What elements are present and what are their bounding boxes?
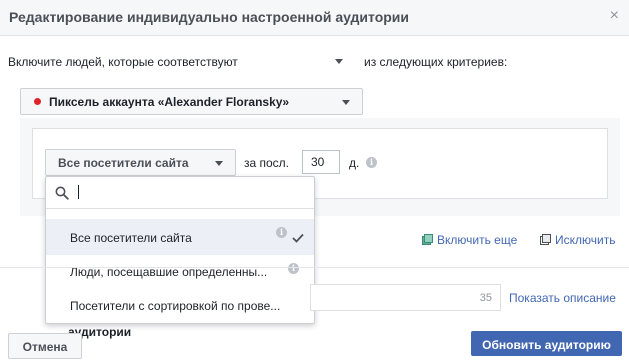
dropdown-search-field[interactable] [46,177,314,209]
cancel-button-label: Отмена [22,340,68,354]
dialog-header: Редактирование индивидуально настроенной… [0,0,629,36]
dropdown-item-all-visitors[interactable]: Все посетители сайта i [46,219,314,255]
visitors-dropdown-menu: Все посетители сайта i Люди, посещавшие … [45,176,315,324]
chevron-down-icon [215,161,223,166]
exclude-icon [540,234,551,245]
dropdown-item-sorted-visitors[interactable]: Посетители с сортировкой по прове... [46,287,314,323]
dropdown-item-specific-pages[interactable]: Люди, посещавшие определенны... i [46,253,314,289]
info-icon[interactable]: i [366,157,377,168]
dropdown-item-label: Посетители с сортировкой по прове... [70,299,280,313]
text-cursor [78,185,79,199]
update-audience-button-label: Обновить аудиторию [482,338,611,352]
dialog-title: Редактирование индивидуально настроенной… [9,9,410,25]
info-icon[interactable]: i [288,263,299,274]
criteria-label: из следующих критериев: [364,55,508,69]
section-divider [0,267,629,268]
update-audience-button[interactable]: Обновить аудиторию [471,331,622,356]
audience-name-input[interactable]: 35 [310,284,501,311]
show-description-link[interactable]: Показать описание [509,291,616,305]
chevron-down-icon [342,100,350,105]
include-label: Включите людей, которые соответствуют [8,55,238,69]
include-more-link[interactable]: Включить еще [437,233,517,247]
dropdown-item-label: Все посетители сайта [70,231,192,245]
exclude-link[interactable]: Исключить [555,233,615,247]
match-type-dropdown-arrow[interactable] [333,56,345,68]
retention-days-input[interactable] [302,150,340,174]
include-more-icon [422,234,433,245]
pixel-status-dot [34,98,41,105]
search-icon [55,186,69,200]
last-days-label: за посл. [244,156,290,170]
close-icon[interactable]: × [610,8,619,24]
visitors-selector-label: Все посетители сайта [58,156,189,170]
char-count: 35 [479,292,492,304]
info-icon[interactable]: i [276,227,287,238]
visitors-selector-button[interactable]: Все посетители сайта [45,149,236,176]
pixel-selector-label: Пиксель аккаунта «Alexander Floransky» [49,95,290,109]
checkmark-icon [292,233,304,243]
days-unit-label: д. [349,156,360,170]
cancel-button[interactable]: Отмена [8,333,82,359]
pixel-selector-button[interactable]: Пиксель аккаунта «Alexander Floransky» [20,88,363,115]
